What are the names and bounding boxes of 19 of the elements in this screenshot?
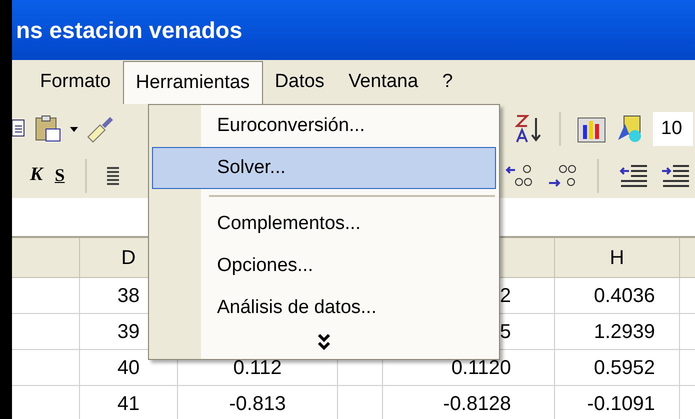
menu-item[interactable]: Datos bbox=[262, 61, 336, 104]
table-cell: -0.8128 bbox=[383, 386, 555, 419]
menu-item[interactable]: ? bbox=[430, 61, 465, 104]
table-cell: -0.1091 bbox=[555, 386, 680, 419]
table-cell: 0.5952 bbox=[555, 350, 680, 386]
menu-option[interactable]: Euroconversión... bbox=[152, 105, 496, 147]
table-cell: 0.4036 bbox=[555, 278, 680, 314]
menu-option[interactable]: Solver... bbox=[152, 147, 496, 189]
table-cell: 41 bbox=[80, 386, 178, 419]
table-cell: 1.2939 bbox=[555, 314, 680, 350]
underline-button[interactable]: S bbox=[54, 162, 65, 189]
window-title: ns estacion venados bbox=[15, 16, 242, 45]
column-header[interactable]: H bbox=[555, 238, 680, 278]
menu-item[interactable]: Herramientas bbox=[122, 61, 263, 104]
menu-item[interactable]: Ventana bbox=[336, 61, 430, 104]
table-cell: -0.813 bbox=[178, 386, 338, 419]
menu-item[interactable]: Formato bbox=[28, 61, 123, 104]
italic-button[interactable]: K bbox=[30, 161, 43, 190]
zoom-field[interactable]: 10 bbox=[653, 112, 693, 146]
